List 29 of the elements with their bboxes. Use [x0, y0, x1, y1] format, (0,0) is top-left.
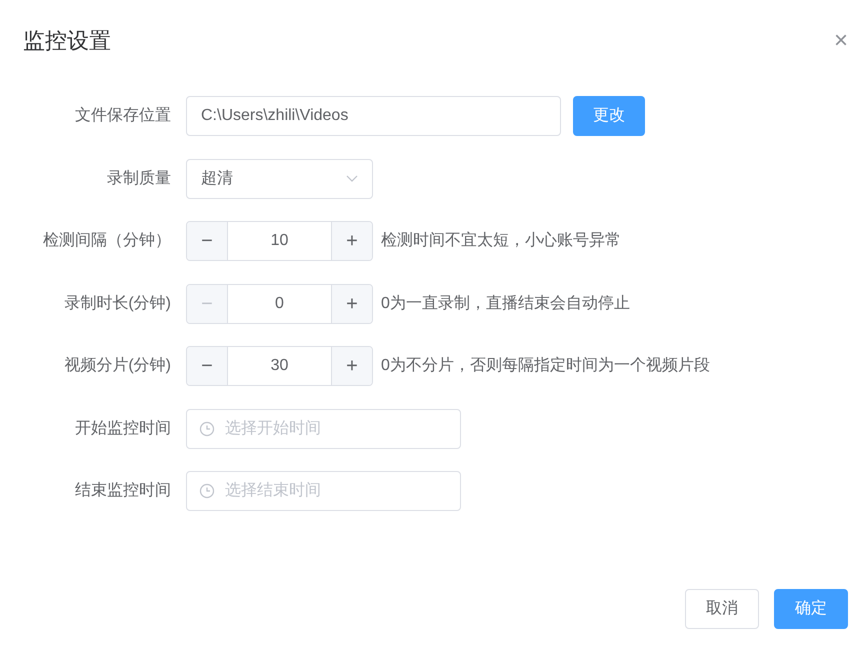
path-field[interactable]: C:\Users\zhili\Videos	[186, 96, 561, 136]
quality-select[interactable]: 超清	[186, 158, 373, 198]
field-label: 结束监控时间	[74, 480, 172, 501]
hint-text: 检测时间不宜太短，小心账号异常	[381, 230, 621, 251]
field-label: 开始监控时间	[74, 418, 172, 438]
clock-icon	[199, 483, 215, 499]
hint-text: 0为一直录制，直播结束会自动停止	[381, 294, 630, 314]
decrease-button[interactable]: −	[187, 347, 228, 385]
cancel-button[interactable]: 取消	[685, 589, 759, 629]
number-stepper[interactable]: − 10 +	[186, 221, 373, 261]
close-button[interactable]: ×	[834, 28, 848, 52]
number-value: 10	[270, 231, 290, 251]
field-label: 视频分片(分钟)	[63, 356, 172, 376]
field-label: 检测间隔（分钟）	[42, 231, 172, 251]
number-value: 30	[270, 356, 290, 376]
field-label: 录制质量	[106, 168, 172, 188]
number-value: 0	[274, 294, 285, 314]
increase-button[interactable]: +	[331, 222, 372, 260]
increase-button[interactable]: +	[331, 284, 372, 322]
dialog-title: 监控设置	[23, 27, 111, 55]
clock-icon	[199, 420, 215, 436]
hint-text: 0为不分片，否则每隔指定时间为一个视频片段	[381, 356, 710, 376]
decrease-button[interactable]: −	[187, 222, 228, 260]
field-label: 录制时长(分钟)	[63, 294, 172, 314]
field-label: 文件保存位置	[74, 106, 172, 126]
increase-button[interactable]: +	[331, 347, 372, 385]
number-stepper[interactable]: − 0 +	[186, 284, 373, 324]
chevron-down-icon	[346, 174, 358, 182]
number-stepper[interactable]: − 30 +	[186, 346, 373, 386]
